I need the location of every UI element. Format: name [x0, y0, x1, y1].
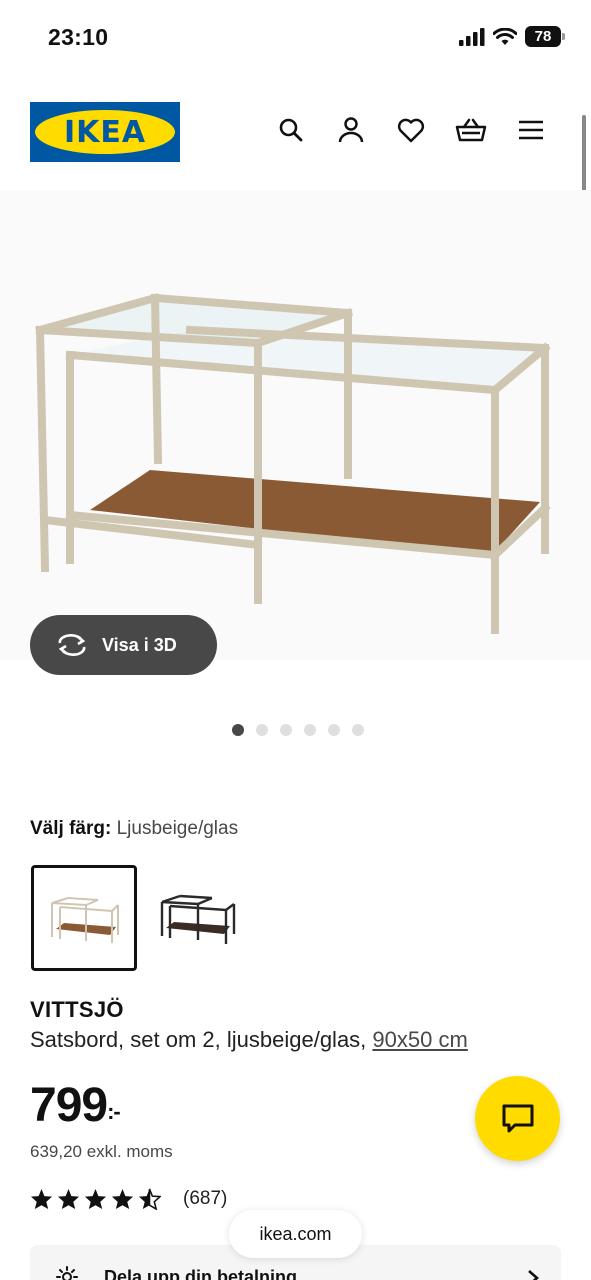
product-rating[interactable]: (687): [30, 1188, 227, 1210]
heart-icon[interactable]: [395, 114, 427, 146]
price-currency: :-: [107, 1099, 121, 1124]
star-half-icon: [138, 1188, 161, 1210]
selected-color: Ljusbeige/glas: [116, 818, 239, 839]
color-selector-label: Välj färg: Ljusbeige/glas: [30, 818, 238, 840]
star-icon: [111, 1188, 134, 1210]
signal-icon: [459, 27, 485, 46]
star-icon: [57, 1188, 80, 1210]
carousel-dot[interactable]: [351, 724, 364, 736]
chevron-right-icon: [528, 1270, 539, 1280]
star-icon: [84, 1188, 107, 1210]
wifi-icon: [493, 27, 517, 45]
beige-table-thumbnail: [51, 897, 119, 943]
browser-url: ikea.com: [259, 1223, 332, 1244]
site-header: IKEA: [0, 100, 591, 164]
review-count: (687): [183, 1188, 228, 1209]
menu-icon[interactable]: [515, 114, 547, 146]
color-swatch-beige[interactable]: [31, 865, 137, 971]
star-icon: [30, 1188, 53, 1210]
product-image[interactable]: [0, 190, 591, 660]
chat-button[interactable]: [475, 1076, 560, 1161]
battery-level: 78: [534, 28, 552, 45]
product-size-link[interactable]: 90x50 cm: [372, 1027, 467, 1052]
product-description-text: Satsbord, set om 2, ljusbeige/glas,: [30, 1027, 367, 1052]
color-label-title: Välj färg:: [30, 818, 112, 839]
payment-options-label: Dela upp din betalning: [104, 1267, 297, 1280]
black-table-thumbnail: [160, 894, 236, 944]
rotate-3d-icon: [58, 634, 86, 656]
battery-icon: 78: [525, 26, 565, 47]
logo-text: IKEA: [63, 114, 147, 150]
status-time: 23:10: [48, 24, 109, 50]
carousel-dot[interactable]: [279, 724, 292, 736]
nesting-tables-illustration: [35, 293, 551, 634]
carousel-dot[interactable]: [327, 724, 340, 736]
price-excl-vat: 639,20 exkl. moms: [30, 1142, 173, 1161]
price-value: 799: [30, 1079, 108, 1132]
image-carousel-dots: [0, 724, 591, 736]
status-bar: 23:10 78: [0, 0, 591, 76]
basket-icon[interactable]: [455, 114, 487, 146]
browser-url-bar[interactable]: ikea.com: [229, 1210, 362, 1258]
payment-split-icon: [56, 1266, 78, 1280]
color-swatch-black[interactable]: [143, 865, 249, 971]
carousel-dot[interactable]: [303, 724, 316, 736]
product-name: VITTSJÖ: [30, 997, 124, 1022]
view-in-3d-button[interactable]: Visa i 3D: [30, 615, 217, 675]
user-icon[interactable]: [335, 114, 367, 146]
carousel-dot[interactable]: [231, 724, 244, 736]
carousel-dot[interactable]: [255, 724, 268, 736]
chat-icon: [502, 1104, 533, 1132]
product-description: Satsbord, set om 2, ljusbeige/glas, 90x5…: [30, 1027, 468, 1053]
ikea-logo[interactable]: IKEA: [30, 102, 180, 162]
view-in-3d-label: Visa i 3D: [102, 634, 177, 655]
product-price: 799:-: [30, 1078, 121, 1133]
search-icon[interactable]: [275, 114, 307, 146]
